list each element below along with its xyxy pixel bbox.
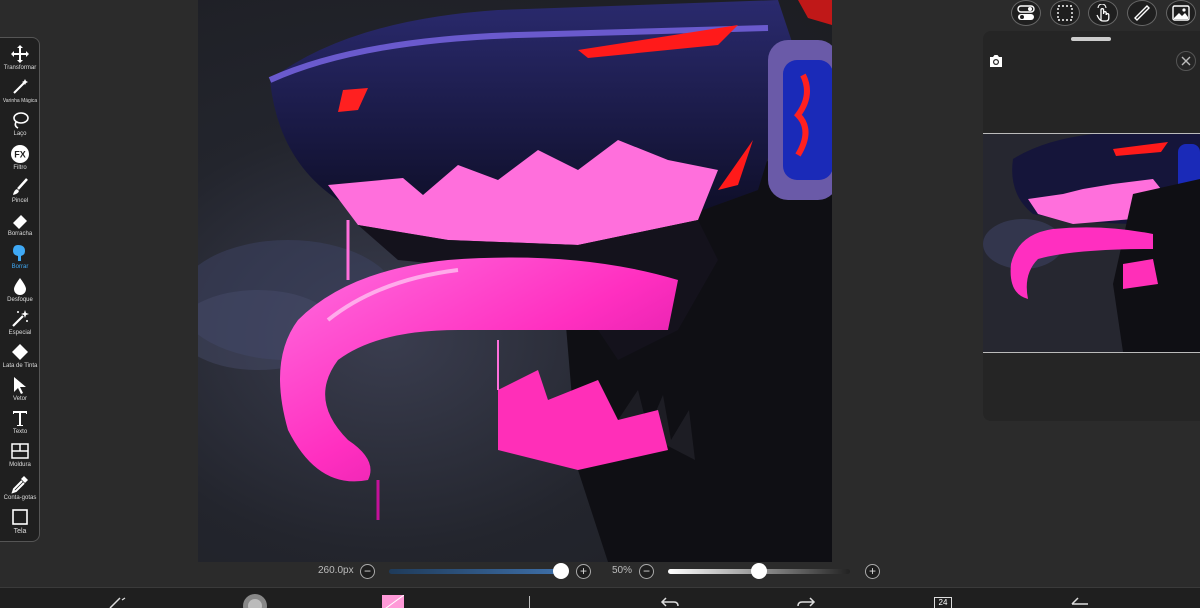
tool-label: Pincel (11, 198, 29, 204)
undo-icon[interactable] (660, 596, 680, 608)
lasso-icon (13, 112, 29, 129)
touch-button[interactable] (1088, 0, 1118, 26)
panel-drag-handle[interactable] (1071, 37, 1111, 41)
text-t-icon (13, 411, 27, 426)
close-icon (1181, 56, 1191, 66)
magic-wand-icon (13, 79, 28, 94)
size-increase-button[interactable]: + (576, 564, 591, 579)
opacity-increase-button[interactable]: + (865, 564, 880, 579)
selection-button[interactable] (1050, 0, 1080, 26)
tool-eraser[interactable]: Borracha (0, 210, 40, 238)
tool-special[interactable]: Especial (0, 309, 40, 337)
image-button[interactable] (1166, 0, 1196, 26)
brush-tip-icon[interactable] (242, 593, 268, 608)
navigator-preview[interactable] (983, 133, 1200, 353)
tool-canvas[interactable]: Tela (0, 507, 40, 535)
cursor-arrow-icon (14, 377, 26, 394)
bottom-bar: 24 (0, 587, 1200, 608)
tool-label: Filtro (13, 165, 27, 171)
tool-eyedropper[interactable]: Conta-gotas (0, 474, 40, 502)
opacity-value: 50% (612, 565, 633, 576)
sparkle-wand-icon (12, 310, 29, 327)
svg-text:FX: FX (14, 150, 26, 160)
move-icon (11, 45, 29, 63)
tool-label: Lata de Tinta (2, 363, 38, 369)
preview-thumbnail (983, 134, 1200, 352)
tool-label: Varinha Mágica (2, 98, 38, 104)
paint-bucket-icon (12, 344, 28, 360)
drawing-canvas[interactable] (198, 0, 832, 562)
tool-label: Laço (13, 131, 27, 137)
layers-button[interactable]: 24 (934, 597, 952, 608)
redo-icon[interactable] (796, 596, 816, 608)
image-icon (1172, 5, 1190, 21)
tool-label: Desfoque (7, 297, 33, 303)
camera-icon[interactable] (988, 53, 1004, 69)
smudge-icon (13, 245, 25, 261)
back-icon[interactable] (1070, 596, 1090, 608)
tool-smudge[interactable]: Borrar (0, 243, 40, 271)
brush-size-value: 260.0px (318, 565, 354, 576)
ruler-button[interactable] (1127, 0, 1157, 26)
color-swatch-icon[interactable] (382, 595, 404, 608)
tool-text[interactable]: Texto (0, 408, 40, 436)
blur-drop-icon (14, 278, 26, 295)
artwork (198, 0, 832, 562)
tool-label: Tela (13, 528, 27, 535)
tool-panel: Transformar Varinha Mágica Laço FX Filtr… (0, 37, 40, 542)
tool-paint-bucket[interactable]: Lata de Tinta (0, 342, 40, 370)
frame-divider-icon (11, 443, 29, 459)
tool-label: Especial (8, 330, 32, 336)
divider (529, 596, 530, 608)
tool-transform[interactable]: Transformar (0, 44, 40, 72)
selection-icon (1057, 5, 1073, 21)
opacity-decrease-button[interactable]: − (639, 564, 654, 579)
close-button[interactable] (1176, 51, 1196, 71)
tool-label: Vetor (12, 396, 27, 402)
touch-hand-icon (1096, 4, 1110, 22)
navigator-panel (983, 31, 1200, 421)
brush-size-slider[interactable] (389, 569, 561, 574)
brush-settings-icon[interactable] (108, 596, 128, 608)
size-decrease-button[interactable]: − (360, 564, 375, 579)
eyedropper-icon (11, 476, 28, 494)
tool-label: Moldura (9, 462, 31, 468)
opacity-thumb[interactable] (751, 563, 767, 579)
eraser-icon (13, 215, 27, 229)
tool-label: Borracha (7, 231, 33, 237)
tool-blur[interactable]: Desfoque (0, 276, 40, 304)
tool-brush[interactable]: Pincel (0, 177, 40, 205)
tool-label: Texto (12, 429, 28, 435)
canvas-square-icon (12, 509, 28, 525)
brush-size-thumb[interactable] (553, 563, 569, 579)
tool-filter[interactable]: FX Filtro (0, 144, 40, 172)
tool-label: Conta-gotas (3, 495, 37, 501)
toggle-button[interactable] (1011, 0, 1041, 26)
tool-vector[interactable]: Vetor (0, 375, 40, 403)
layers-count: 24 (938, 598, 948, 607)
tool-frame[interactable]: Moldura (0, 441, 40, 469)
tool-magic-wand[interactable]: Varinha Mágica (0, 77, 40, 105)
tool-lasso[interactable]: Laço (0, 110, 40, 138)
tool-label: Transformar (3, 65, 37, 71)
brush-icon (13, 178, 28, 195)
fx-icon: FX (11, 145, 29, 163)
workspace[interactable]: Transformar Varinha Mágica Laço FX Filtr… (0, 0, 1200, 587)
toggle-icon (1017, 5, 1035, 20)
ruler-icon (1134, 5, 1150, 21)
tool-label: Borrar (11, 264, 29, 270)
